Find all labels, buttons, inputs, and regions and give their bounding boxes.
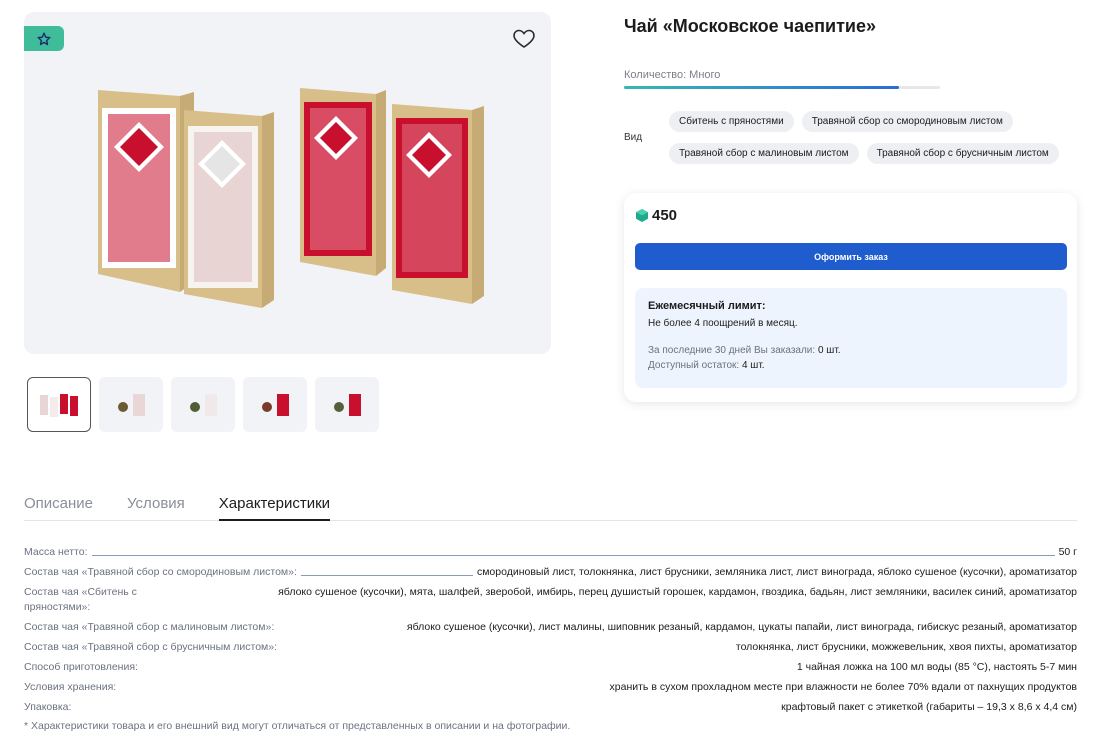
pack-1 (98, 90, 194, 292)
order-card: 450 Оформить заказ Ежемесячный лимит: Не… (624, 193, 1077, 402)
variant-chip[interactable]: Травяной сбор с брусничным листом (866, 143, 1059, 164)
price: 450 (636, 207, 677, 224)
pack-4 (392, 104, 484, 304)
limit-remaining-label: Доступный остаток: (648, 360, 740, 371)
thumbnail-3[interactable] (171, 377, 235, 432)
heart-icon (513, 29, 535, 48)
spec-value: 1 чайная ложка на 100 мл воды (85 °C), н… (796, 661, 1077, 673)
spec-value: 50 г (1058, 546, 1077, 558)
spec-key: Состав чая «Сбитень с пряностями»: (24, 586, 137, 613)
tab-bar: Описание Условия Характеристики (24, 495, 1077, 521)
favorite-button[interactable] (512, 26, 538, 52)
thumbnail-list (27, 377, 379, 432)
thumbnail-image (190, 393, 217, 416)
spec-key: Масса нетто: (24, 546, 88, 558)
spec-value: яблоко сушеное (кусочки), мята, шалфей, … (278, 586, 1077, 598)
spec-row: Масса нетто: 50 г (24, 545, 1077, 560)
thumbnail-image (262, 393, 289, 416)
spec-key: Состав чая «Травяной сбор с брусничным л… (24, 641, 278, 653)
spec-value: смородиновый лист, толокнянка, лист брус… (476, 566, 1077, 578)
product-title: Чай «Московское чаепитие» (624, 16, 876, 36)
variant-chip[interactable]: Травяной сбор с малиновым листом (669, 143, 859, 164)
thumbnail-image (40, 393, 78, 417)
monthly-limit-box: Ежемесячный лимит: Не более 4 поощрений … (635, 288, 1067, 388)
limit-ordered-label: За последние 30 дней Вы заказали: (648, 345, 816, 356)
product-main-image[interactable] (24, 12, 551, 354)
spec-row: Состав чая «Травяной сбор со смородиновы… (24, 565, 1077, 580)
spec-key: Состав чая «Травяной сбор с малиновым ли… (24, 621, 275, 633)
spec-row: Состав чая «Травяной сбор с малиновым ли… (24, 620, 1077, 635)
spec-row: Упаковка: крафтовый пакет с этикеткой (г… (24, 700, 1077, 715)
favorite-badge (24, 26, 64, 51)
variant-chip[interactable]: Сбитень с пряностями (669, 111, 794, 132)
variant-label: Вид (624, 132, 643, 143)
spec-value: яблоко сушеное (кусочки), лист малины, ш… (406, 621, 1077, 633)
variant-chips: Сбитень с пряностями Травяной сбор со см… (669, 111, 1069, 175)
tea-packs-image (98, 88, 484, 308)
spec-row: Условия хранения: хранить в сухом прохла… (24, 680, 1077, 695)
spec-key: Способ приготовления: (24, 661, 138, 673)
spec-value: хранить в сухом прохладном месте при вла… (609, 681, 1077, 693)
price-value: 450 (652, 207, 678, 224)
limit-remaining: Доступный остаток: 4 шт. (648, 360, 1054, 371)
thumbnail-2[interactable] (99, 377, 163, 432)
thumbnail-4[interactable] (243, 377, 307, 432)
spec-row: Состав чая «Травяной сбор с брусничным л… (24, 640, 1077, 655)
tab-description[interactable]: Описание (24, 495, 93, 521)
spec-row: Способ приготовления: 1 чайная ложка на … (24, 660, 1077, 675)
pack-3 (300, 88, 386, 276)
tab-conditions[interactable]: Условия (127, 495, 185, 521)
footnote: * Характеристики товара и его внешний ви… (24, 720, 571, 732)
tab-characteristics[interactable]: Характеристики (218, 495, 331, 521)
limit-title: Ежемесячный лимит: (648, 300, 766, 312)
spec-row: Состав чая «Сбитень с пряностями»: яблок… (24, 585, 1077, 615)
quantity-label: Количество: Много (624, 69, 721, 81)
quantity-bar (624, 86, 940, 89)
spec-value: толокнянка, лист брусники, можжевельник,… (735, 641, 1077, 653)
pack-2 (184, 110, 274, 308)
thumbnail-1[interactable] (27, 377, 91, 432)
limit-remaining-value: 4 шт. (741, 360, 765, 371)
specs-list: Масса нетто: 50 г Состав чая «Травяной с… (24, 545, 1077, 720)
thumbnail-image (118, 393, 145, 416)
limit-ordered: За последние 30 дней Вы заказали: 0 шт. (648, 345, 1054, 356)
variant-chip[interactable]: Травяной сбор со смородиновым листом (801, 111, 1013, 132)
thumbnail-image (334, 393, 361, 416)
quantity-bar-fill (624, 86, 899, 89)
spec-key: Условия хранения: (24, 681, 117, 693)
order-button[interactable]: Оформить заказ (635, 243, 1067, 270)
star-icon (37, 31, 51, 45)
spec-key: Упаковка: (24, 701, 72, 713)
spec-key: Состав чая «Травяной сбор со смородиновы… (24, 566, 297, 578)
limit-ordered-value: 0 шт. (817, 345, 841, 356)
gem-icon (636, 209, 648, 222)
limit-text: Не более 4 поощрений в месяц. (648, 318, 798, 329)
thumbnail-5[interactable] (315, 377, 379, 432)
spec-value: крафтовый пакет с этикеткой (габариты – … (781, 701, 1077, 713)
